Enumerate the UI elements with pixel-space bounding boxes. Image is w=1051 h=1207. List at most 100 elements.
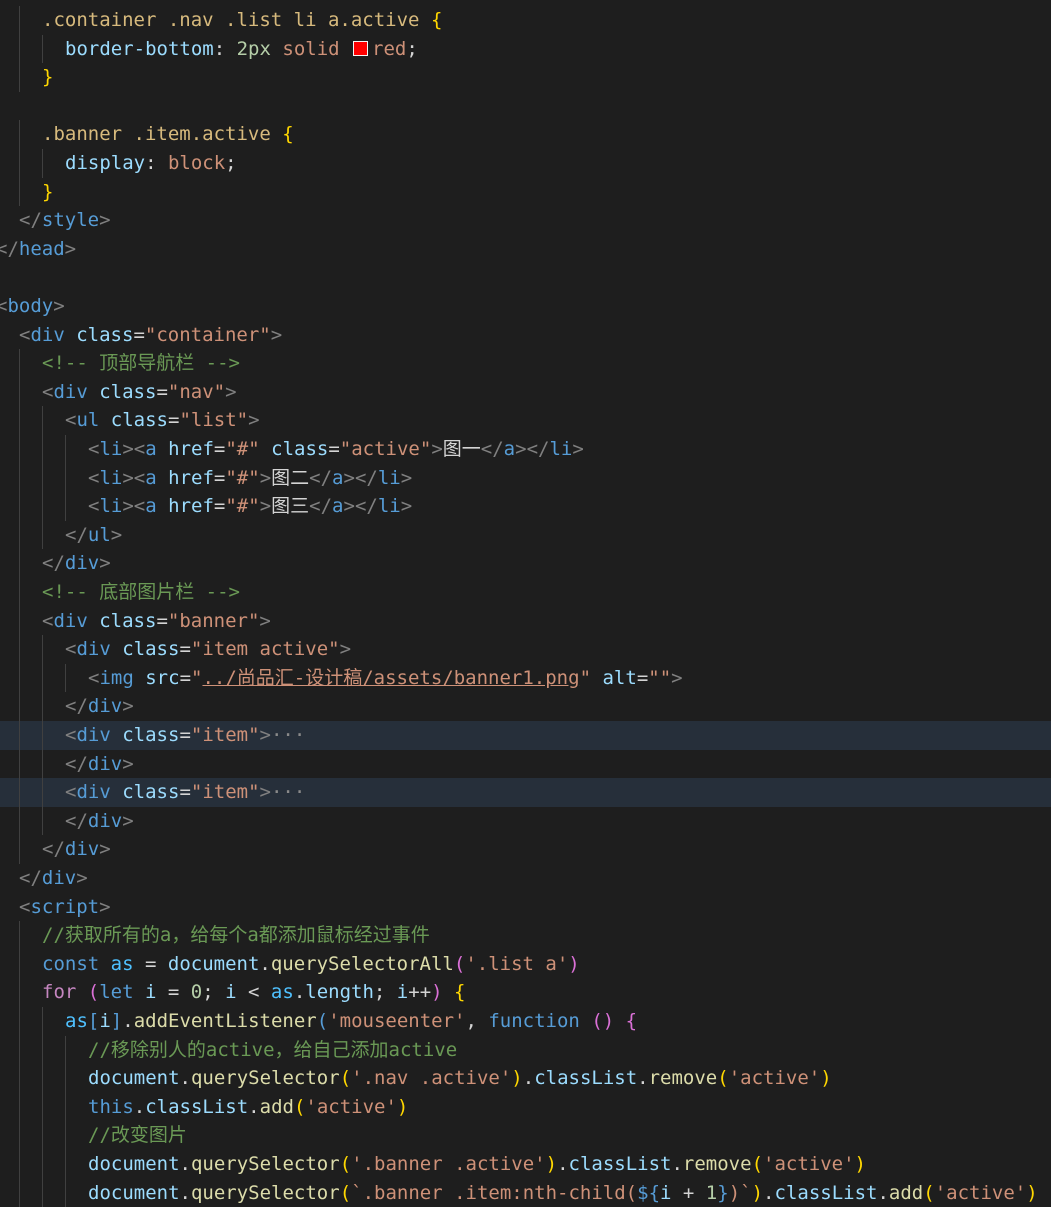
code-line[interactable]: <div class="item">··· — [0, 778, 1051, 807]
code-token: div — [53, 609, 88, 632]
code-token: < — [42, 380, 54, 403]
code-token: this — [88, 1095, 134, 1118]
code-line[interactable]: } — [0, 63, 1051, 92]
indent-guide — [19, 6, 20, 35]
code-token: > — [270, 323, 283, 346]
code-token: classList — [534, 1067, 638, 1090]
code-content: </head> — [0, 235, 76, 264]
code-line[interactable]: //获取所有的a，给每个a都添加鼠标经过事件 — [0, 921, 1051, 950]
code-token: "list" — [179, 409, 249, 432]
code-line[interactable]: <script> — [0, 893, 1051, 922]
code-token: ) — [431, 981, 443, 1004]
code-token: > — [339, 638, 352, 661]
code-token: ) — [545, 1153, 558, 1175]
code-token: = — [179, 666, 192, 689]
code-line[interactable]: </div> — [0, 549, 1051, 578]
code-token: < — [19, 323, 31, 346]
indent-guide — [19, 921, 20, 950]
code-token: '.nav .active' — [351, 1067, 512, 1090]
code-line[interactable]: document.querySelector('.nav .active').c… — [0, 1064, 1051, 1093]
code-token: </ — [65, 809, 88, 832]
code-line[interactable]: } — [0, 177, 1051, 207]
code-token: ( — [751, 1153, 764, 1175]
code-line[interactable]: border-bottom: 2px solid red; — [0, 34, 1051, 64]
code-line[interactable]: .banner .item.active { — [0, 120, 1051, 149]
indent-guide — [19, 1035, 20, 1065]
code-line[interactable]: this.classList.add('active') — [0, 1092, 1051, 1122]
code-line[interactable]: //移除别人的active，给自己添加active — [0, 1035, 1051, 1065]
code-token: style — [41, 209, 100, 232]
code-token: addEventListener — [133, 1010, 317, 1032]
code-token: 'active' — [763, 1153, 855, 1175]
code-line[interactable]: <li><a href="#">图二</a></li> — [0, 463, 1051, 493]
code-token: document — [88, 1067, 180, 1090]
code-line[interactable]: <body> — [0, 292, 1051, 321]
folded-ellipsis-icon[interactable]: ··· — [271, 781, 305, 803]
code-token: class — [76, 323, 134, 346]
code-line[interactable]: //改变图片 — [0, 1121, 1051, 1150]
code-content: .banner .item.active { — [42, 120, 294, 149]
code-token: ></ — [343, 466, 378, 489]
code-line[interactable]: </head> — [0, 235, 1051, 264]
code-line[interactable]: <div class="nav"> — [0, 377, 1051, 407]
code-line[interactable]: <li><a href="#">图三</a></li> — [0, 492, 1051, 521]
code-content: <div class="nav"> — [42, 378, 237, 407]
code-token: } — [42, 66, 54, 89]
code-content: const as = document.querySelectorAll('.l… — [42, 950, 580, 979]
indent-guide — [42, 34, 43, 64]
indent-guide — [19, 377, 20, 407]
code-line[interactable]: <li><a href="#" class="active">图一</a></l… — [0, 435, 1051, 464]
code-token: . — [671, 1153, 683, 1175]
code-line[interactable]: <ul class="list"> — [0, 406, 1051, 435]
code-token: li — [549, 438, 573, 460]
code-editor[interactable]: .container .nav .list li a.active {borde… — [0, 0, 1051, 1207]
code-line[interactable]: const as = document.querySelectorAll('.l… — [0, 949, 1051, 979]
code-line[interactable]: <div class="item">··· — [0, 721, 1051, 750]
code-token[interactable]: ../尚品汇-设计稿/assets/banner1.png — [202, 667, 579, 689]
code-line[interactable]: <div class="item active"> — [0, 635, 1051, 664]
indent-guide — [42, 463, 43, 493]
code-line[interactable]: as[i].addEventListener('mouseenter', fun… — [0, 1007, 1051, 1036]
code-line[interactable]: <!-- 底部图片栏 --> — [0, 578, 1051, 607]
code-token: div — [76, 724, 111, 746]
folded-ellipsis-icon[interactable]: ··· — [271, 724, 305, 746]
code-line[interactable] — [0, 92, 1051, 121]
code-line[interactable]: for (let i = 0; i < as.length; i++) { — [0, 978, 1051, 1007]
code-token: '.list a' — [465, 952, 569, 975]
indent-guide — [65, 1092, 66, 1122]
code-token: > — [122, 695, 134, 718]
code-token: . — [637, 1067, 649, 1090]
code-token: solid — [282, 37, 340, 60]
code-token: querySelector — [190, 1181, 340, 1204]
code-line[interactable]: </div> — [0, 806, 1051, 836]
code-line[interactable]: display: block; — [0, 149, 1051, 178]
code-token: 0 — [190, 981, 203, 1004]
code-token: querySelector — [190, 1153, 340, 1175]
indent-guide — [65, 663, 66, 693]
color-swatch-icon[interactable] — [353, 40, 369, 56]
indent-guide — [42, 406, 43, 435]
code-content: //获取所有的a，给每个a都添加鼠标经过事件 — [42, 921, 430, 950]
code-token: { — [454, 981, 466, 1004]
code-line[interactable]: <div class="banner"> — [0, 606, 1051, 636]
code-token: . — [179, 1153, 191, 1175]
code-line[interactable]: <!-- 顶部导航栏 --> — [0, 349, 1051, 378]
code-token: .banner .item.active — [42, 123, 283, 146]
code-line[interactable]: </div> — [0, 864, 1051, 893]
code-line[interactable] — [0, 263, 1051, 292]
code-token: document — [88, 1153, 180, 1175]
code-line[interactable]: <div class="container"> — [0, 321, 1051, 350]
code-token: class — [110, 409, 168, 432]
code-line[interactable]: <img src="../尚品汇-设计稿/assets/banner1.png"… — [0, 663, 1051, 693]
code-line[interactable]: document.querySelector('.banner .active'… — [0, 1150, 1051, 1179]
code-token: 'active' — [934, 1181, 1027, 1204]
code-line[interactable]: </style> — [0, 206, 1051, 235]
code-line[interactable]: </div> — [0, 749, 1051, 779]
code-line[interactable]: </ul> — [0, 520, 1051, 550]
code-line[interactable]: </div> — [0, 835, 1051, 864]
code-line[interactable]: .container .nav .list li a.active { — [0, 6, 1051, 35]
code-line[interactable]: </div> — [0, 692, 1051, 721]
